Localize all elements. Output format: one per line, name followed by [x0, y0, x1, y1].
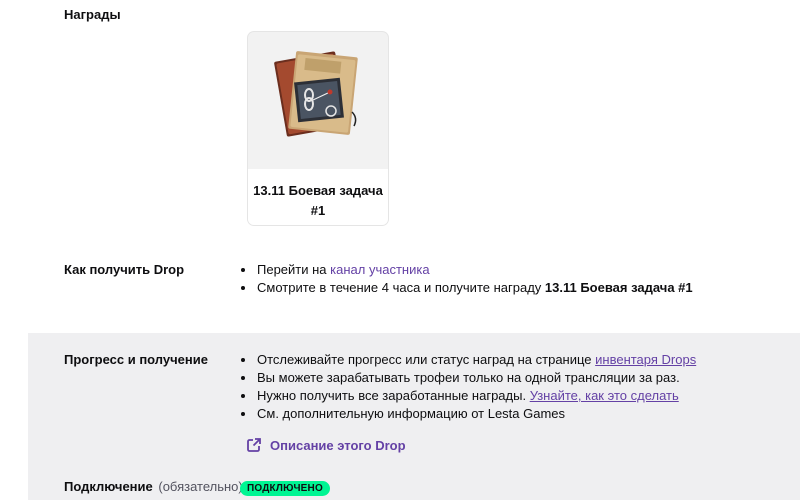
- connection-heading: Подключение: [64, 479, 153, 494]
- progress-item-2: Вы можете зарабатывать трофеи только на …: [240, 369, 790, 387]
- progress-item-3: Нужно получить все заработанные награды.…: [240, 387, 790, 405]
- connected-badge: ПОДКЛЮЧЕНО: [240, 481, 330, 496]
- reward-dossier-image: [274, 51, 358, 137]
- rewards-heading: Награды: [64, 7, 121, 22]
- how-to-step-2: Смотрите в течение 4 часа и получите наг…: [240, 279, 780, 297]
- progress-item-1: Отслеживайте прогресс или статус наград …: [240, 351, 790, 369]
- connection-note: (обязательно): [158, 479, 243, 494]
- external-link-icon: [247, 438, 261, 452]
- progress-item-4: См. дополнительную информацию от Lesta G…: [240, 405, 790, 423]
- step2-reward-name: 13.11 Боевая задача #1: [544, 280, 693, 295]
- how-to-heading: Как получить Drop: [64, 262, 185, 277]
- connection-row: Подключение (обязательно): [64, 479, 243, 494]
- progress-list: Отслеживайте прогресс или статус наград …: [240, 351, 790, 423]
- step2-text: Смотрите в течение 4 часа и получите наг…: [257, 280, 545, 295]
- how-to-list: Перейти на канал участника Смотрите в те…: [240, 261, 780, 297]
- drop-description-label: Описание этого Drop: [270, 437, 406, 453]
- drop-description-link[interactable]: Описание этого Drop: [246, 437, 406, 453]
- step1-text: Перейти на: [257, 262, 331, 277]
- drops-inventory-link[interactable]: инвентаря Drops: [595, 352, 696, 367]
- progress-item-1-text: Отслеживайте прогресс или статус наград …: [257, 352, 596, 367]
- progress-item-3-text: Нужно получить все заработанные награды.: [257, 388, 530, 403]
- participant-channel-link[interactable]: канал участника: [330, 262, 429, 277]
- reward-title: 13.11 Боевая задача #1: [253, 183, 383, 218]
- reward-image: [248, 32, 388, 152]
- learn-how-link[interactable]: Узнайте, как это сделать: [530, 388, 679, 403]
- how-to-step-1: Перейти на канал участника: [240, 261, 780, 279]
- reward-card[interactable]: 13.11 Боевая задача #1: [248, 32, 388, 225]
- progress-heading: Прогресс и получение: [64, 352, 208, 367]
